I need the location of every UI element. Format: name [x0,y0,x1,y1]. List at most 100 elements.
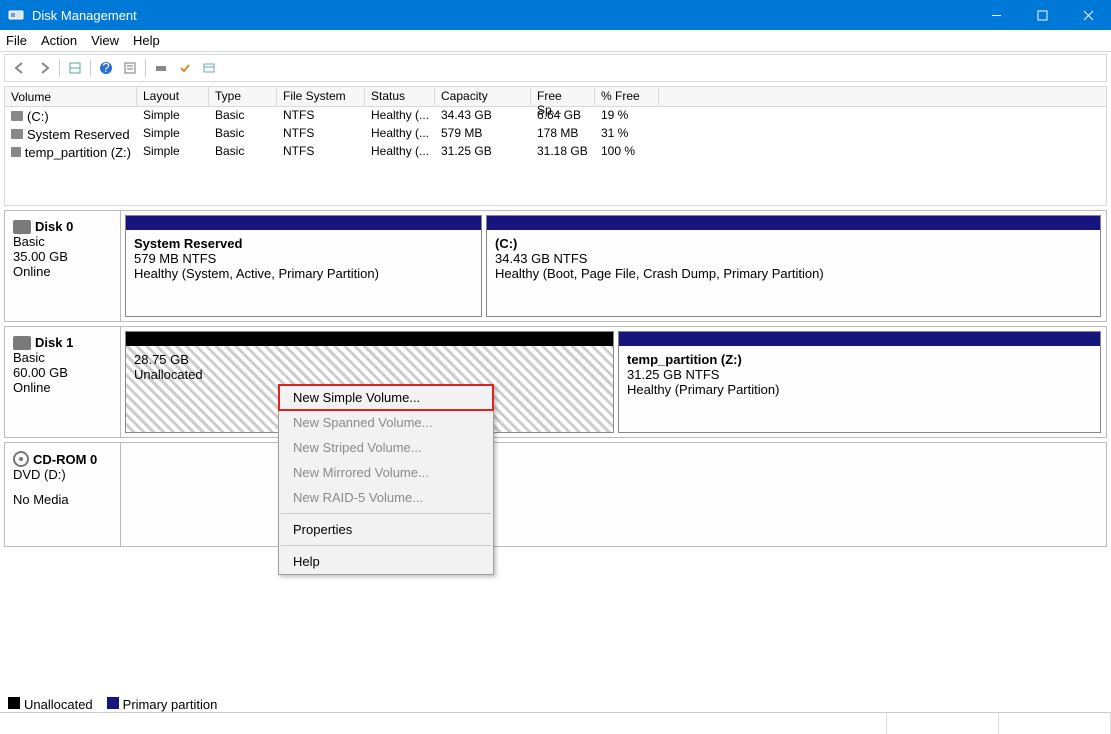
titlebar: Disk Management [0,0,1111,30]
disk-kind: Basic [13,350,112,365]
volume-free: 178 MB [531,125,595,143]
partition-body: (C:) 34.43 GB NTFS Healthy (Boot, Page F… [487,230,1100,316]
menu-file[interactable]: File [6,33,27,48]
context-menu: New Simple Volume...New Spanned Volume..… [278,384,494,575]
col-capacity[interactable]: Capacity [435,87,531,106]
volume-layout: Simple [137,125,209,143]
volume-list: Volume Layout Type File System Status Ca… [4,86,1107,206]
disk-size: 35.00 GB [13,249,112,264]
partition-desc: Unallocated [134,367,605,382]
disk-state: Online [13,264,112,279]
context-item-new-striped-volume: New Striped Volume... [279,435,493,460]
col-volume[interactable]: Volume [5,87,137,106]
close-button[interactable] [1065,0,1111,30]
forward-button[interactable] [33,57,55,79]
context-item-new-simple-volume[interactable]: New Simple Volume... [279,385,493,410]
disk-icon [11,111,23,121]
volume-capacity: 31.25 GB [435,143,531,161]
volume-free: 31.18 GB [531,143,595,161]
drive-icon [13,220,31,234]
partition-header [619,332,1100,346]
partition[interactable]: System Reserved 579 MB NTFS Healthy (Sys… [125,215,482,317]
refresh-icon[interactable] [150,57,172,79]
partition-header [487,216,1100,230]
context-item-help[interactable]: Help [279,549,493,574]
col-status[interactable]: Status [365,87,435,106]
back-button[interactable] [9,57,31,79]
partition-body: System Reserved 579 MB NTFS Healthy (Sys… [126,230,481,316]
volume-layout: Simple [137,143,209,161]
volume-type: Basic [209,107,277,125]
legend-primary-swatch [107,697,119,709]
disk-name: CD-ROM 0 [33,452,97,467]
volume-name: System Reserved [27,127,130,142]
partition-size: 579 MB NTFS [134,251,473,266]
partition-size: 31.25 GB NTFS [627,367,1092,382]
volume-capacity: 34.43 GB [435,107,531,125]
context-item-properties[interactable]: Properties [279,517,493,542]
context-item-new-mirrored-volume: New Mirrored Volume... [279,460,493,485]
menu-view[interactable]: View [91,33,119,48]
window-title: Disk Management [32,8,973,23]
partition-title: System Reserved [134,236,473,251]
volume-row[interactable]: (C:) Simple Basic NTFS Healthy (... 34.4… [5,107,1106,125]
cd-icon [13,451,29,467]
help-icon[interactable]: ? [95,57,117,79]
legend-unallocated: Unallocated [24,697,93,712]
show-hide-icon[interactable] [64,57,86,79]
maximize-button[interactable] [1019,0,1065,30]
partition-body: temp_partition (Z:) 31.25 GB NTFS Health… [619,346,1100,432]
partition-size: 28.75 GB [134,352,605,367]
volume-pct: 31 % [595,125,659,143]
volume-name: (C:) [27,109,49,124]
drive-icon [13,336,31,350]
partition-title: (C:) [495,236,1092,251]
check-icon[interactable] [174,57,196,79]
context-separator [281,545,491,546]
disk-info[interactable]: Disk 0 Basic 35.00 GB Online [5,211,121,321]
partition-desc: Healthy (System, Active, Primary Partiti… [134,266,473,281]
partition[interactable]: temp_partition (Z:) 31.25 GB NTFS Health… [618,331,1101,433]
volume-type: Basic [209,125,277,143]
disk-panel: CD-ROM 0 DVD (D:) No Media [4,442,1107,547]
context-item-new-spanned-volume: New Spanned Volume... [279,410,493,435]
disk-kind: DVD (D:) [13,467,112,482]
volume-status: Healthy (... [365,125,435,143]
statusbar [0,712,1111,734]
partition-header [126,332,613,346]
volume-fs: NTFS [277,107,365,125]
partition-header [126,216,481,230]
menu-help[interactable]: Help [133,33,160,48]
disk-name: Disk 1 [35,335,73,350]
volume-fs: NTFS [277,143,365,161]
context-separator [281,513,491,514]
col-free-space[interactable]: Free Sp... [531,87,595,106]
menu-action[interactable]: Action [41,33,77,48]
volume-pct: 100 % [595,143,659,161]
col-percent-free[interactable]: % Free [595,87,659,106]
volume-header[interactable]: Volume Layout Type File System Status Ca… [5,87,1106,107]
partition-title: temp_partition (Z:) [627,352,1092,367]
disk-icon [11,129,23,139]
disk-info[interactable]: CD-ROM 0 DVD (D:) No Media [5,443,121,546]
volume-row[interactable]: temp_partition (Z:) Simple Basic NTFS He… [5,143,1106,161]
disk-size: 60.00 GB [13,365,112,380]
disk-info[interactable]: Disk 1 Basic 60.00 GB Online [5,327,121,437]
settings-icon[interactable] [119,57,141,79]
volume-status: Healthy (... [365,107,435,125]
partition[interactable]: (C:) 34.43 GB NTFS Healthy (Boot, Page F… [486,215,1101,317]
volume-capacity: 579 MB [435,125,531,143]
volume-free: 6.64 GB [531,107,595,125]
col-type[interactable]: Type [209,87,277,106]
volume-pct: 19 % [595,107,659,125]
list-icon[interactable] [198,57,220,79]
minimize-button[interactable] [973,0,1019,30]
menubar: File Action View Help [0,30,1111,52]
col-layout[interactable]: Layout [137,87,209,106]
context-item-new-raid-5-volume: New RAID-5 Volume... [279,485,493,510]
disk-kind: Basic [13,234,112,249]
volume-name: temp_partition (Z:) [25,145,131,160]
col-file-system[interactable]: File System [277,87,365,106]
volume-layout: Simple [137,107,209,125]
volume-row[interactable]: System Reserved Simple Basic NTFS Health… [5,125,1106,143]
